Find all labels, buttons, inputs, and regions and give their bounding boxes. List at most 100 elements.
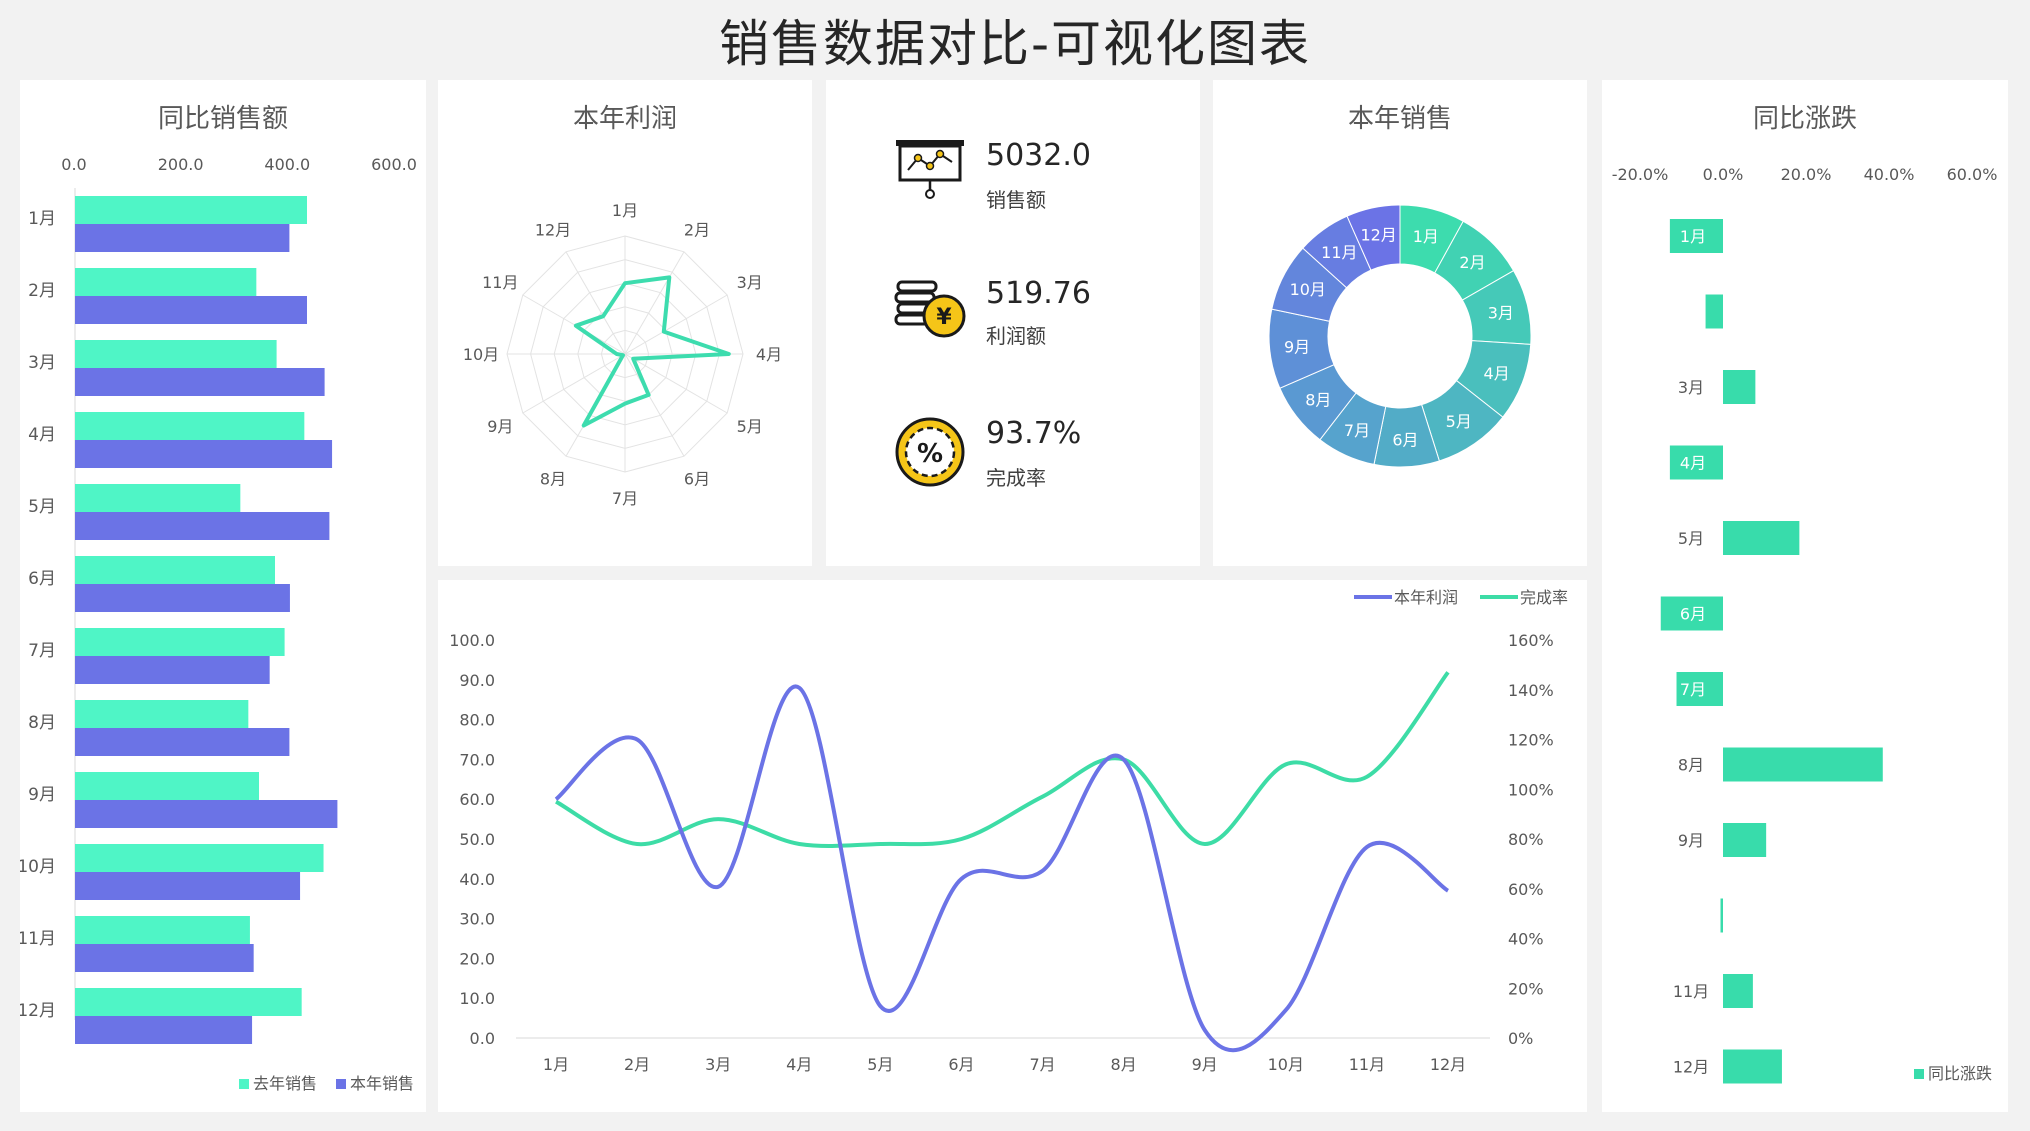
donut-slice-label: 2月: [1459, 253, 1485, 272]
presentation-chart-icon: [896, 140, 964, 199]
x-tick-label: 10月: [1268, 1055, 1304, 1074]
radar-axis-label: 7月: [612, 489, 638, 508]
bar-last-year: [75, 844, 324, 872]
bar-last-year: [75, 988, 302, 1016]
y-left-tick-label: 70.0: [459, 750, 495, 769]
yoy-change-panel: 同比涨跌 -20.0% 0.0% 20.0% 40.0% 60.0% 1月 2月 3月 4月 5月…: [1602, 80, 2008, 1112]
yoy-change-chart: -20.0% 0.0% 20.0% 40.0% 60.0% 1月 2月 3月 4月 5月 6月 7月 8…: [1612, 165, 1998, 1084]
radar-axis-label: 6月: [684, 470, 710, 489]
yoy-sales-chart: 0.0 200.0 400.0 600.0 1月 2月 3月 4月 5月 6月 7月 8月 9月 10月 1…: [20, 155, 417, 1093]
sales-donut-panel: 本年销售 1月 2月 3月 4月 5月 6月 7月 8月 9月 10月 11月 12月: [1213, 80, 1587, 566]
y-tick-label: 1月: [28, 209, 56, 229]
change-bar: [1723, 747, 1883, 782]
y-right-tick-label: 160%: [1508, 631, 1554, 650]
bar-this-year: [75, 440, 333, 468]
y-tick-label: 2月: [1680, 303, 1706, 322]
y-right-tick-label: 120%: [1508, 731, 1554, 750]
legend-swatch-last-year: [239, 1079, 249, 1089]
bar-last-year: [75, 268, 257, 296]
donut-slice-label: 12月: [1360, 226, 1396, 245]
y-tick-label: 7月: [28, 641, 56, 661]
kpi-profit-label: 利润额: [986, 324, 1046, 348]
y-right-tick-label: 80%: [1508, 830, 1544, 849]
x-tick-label: 7月: [1029, 1055, 1055, 1074]
y-tick-label: 5月: [28, 497, 56, 517]
kpi-panel: 5032.0 销售额 ¥ 519.76 利润额 % 93.7% 完成率: [826, 80, 1200, 566]
bar-this-year: [75, 944, 254, 972]
kpi-rate-value: 93.7%: [986, 416, 1082, 451]
x-tick-label: 60.0%: [1947, 165, 1998, 184]
y-left-tick-label: 30.0: [459, 910, 495, 929]
yen-coins-icon: ¥: [894, 280, 966, 338]
y-right-tick-label: 140%: [1508, 681, 1554, 700]
y-tick-label: 6月: [28, 569, 56, 589]
y-tick-label: 3月: [1678, 378, 1704, 397]
x-tick-label: 0.0%: [1703, 165, 1744, 184]
donut-slice-label: 9月: [1284, 338, 1310, 357]
y-tick-label: 5月: [1678, 529, 1704, 548]
x-tick-label: 200.0: [158, 155, 204, 174]
combo-line-chart: 0.0 10.0 20.0 30.0 40.0 50.0 60.0 70.0 80.0 90.0 1…: [449, 588, 1568, 1074]
change-bar: [1723, 370, 1756, 404]
donut-slice-label: 1月: [1413, 227, 1439, 246]
radar-axis-label: 1月: [612, 201, 638, 220]
bar-this-year: [75, 872, 301, 900]
percent-badge-icon: %: [895, 417, 965, 487]
donut-slice-label: 4月: [1484, 364, 1510, 383]
legend-label-change: 同比涨跌: [1928, 1064, 1992, 1083]
x-tick-label: 20.0%: [1781, 165, 1832, 184]
y-tick-label: 12月: [1673, 1058, 1709, 1077]
kpi-rate-label: 完成率: [986, 466, 1046, 490]
change-bar: [1720, 898, 1723, 933]
donut-slice-label: 5月: [1446, 412, 1472, 431]
bar-last-year: [75, 700, 249, 728]
svg-text:¥: ¥: [936, 305, 952, 330]
radar-axis-label: 3月: [737, 273, 763, 292]
y-left-tick-label: 0.0: [470, 1029, 495, 1048]
y-tick-label: 8月: [1678, 756, 1704, 775]
x-tick-label: 3月: [705, 1055, 731, 1074]
bar-this-year: [75, 224, 290, 252]
radar-axis-label: 12月: [535, 220, 571, 239]
change-bar: [1723, 974, 1753, 1008]
y-right-tick-label: 40%: [1508, 930, 1544, 949]
y-left-tick-label: 20.0: [459, 949, 495, 968]
donut-slice-label: 3月: [1488, 304, 1514, 323]
y-tick-label: 8月: [28, 713, 56, 733]
radar-axis-label: 8月: [540, 470, 566, 489]
bar-last-year: [75, 556, 275, 584]
y-tick-label: 3月: [28, 353, 56, 373]
legend-swatch-this-year: [336, 1079, 346, 1089]
y-tick-label: 4月: [1680, 454, 1706, 473]
y-tick-label: 9月: [1678, 831, 1704, 850]
x-tick-label: 9月: [1192, 1055, 1218, 1074]
y-tick-label: 11月: [20, 929, 56, 949]
x-tick-label: 400.0: [264, 155, 310, 174]
legend-label-rate: 完成率: [1520, 588, 1568, 607]
legend-swatch-change: [1914, 1069, 1924, 1079]
radar-axis-label: 9月: [487, 417, 513, 436]
y-right-tick-label: 60%: [1508, 880, 1544, 899]
y-left-tick-label: 60.0: [459, 790, 495, 809]
y-tick-label: 11月: [1673, 982, 1709, 1001]
y-tick-label: 12月: [20, 1001, 56, 1021]
y-tick-label: 10月: [1675, 907, 1711, 926]
bar-last-year: [75, 196, 307, 224]
x-tick-label: 40.0%: [1864, 165, 1915, 184]
x-tick-label: 8月: [1111, 1055, 1137, 1074]
radar-axis-label: 2月: [684, 220, 710, 239]
legend-label-last-year: 去年销售: [253, 1074, 317, 1093]
y-left-tick-label: 100.0: [449, 631, 495, 650]
x-tick-label: 1月: [543, 1055, 569, 1074]
radar-axis-label: 11月: [482, 273, 518, 292]
change-bar: [1723, 521, 1800, 555]
y-right-tick-label: 20%: [1508, 979, 1544, 998]
x-tick-label: 4月: [786, 1055, 812, 1074]
sales-donut-chart: 1月 2月 3月 4月 5月 6月 7月 8月 9月 10月 11月12月: [1268, 204, 1532, 468]
bar-last-year: [75, 484, 241, 512]
change-bar: [1723, 823, 1767, 857]
bar-last-year: [75, 412, 305, 440]
legend-label-this-year: 本年销售: [350, 1074, 414, 1093]
bar-last-year: [75, 628, 285, 656]
bar-this-year: [75, 296, 307, 324]
